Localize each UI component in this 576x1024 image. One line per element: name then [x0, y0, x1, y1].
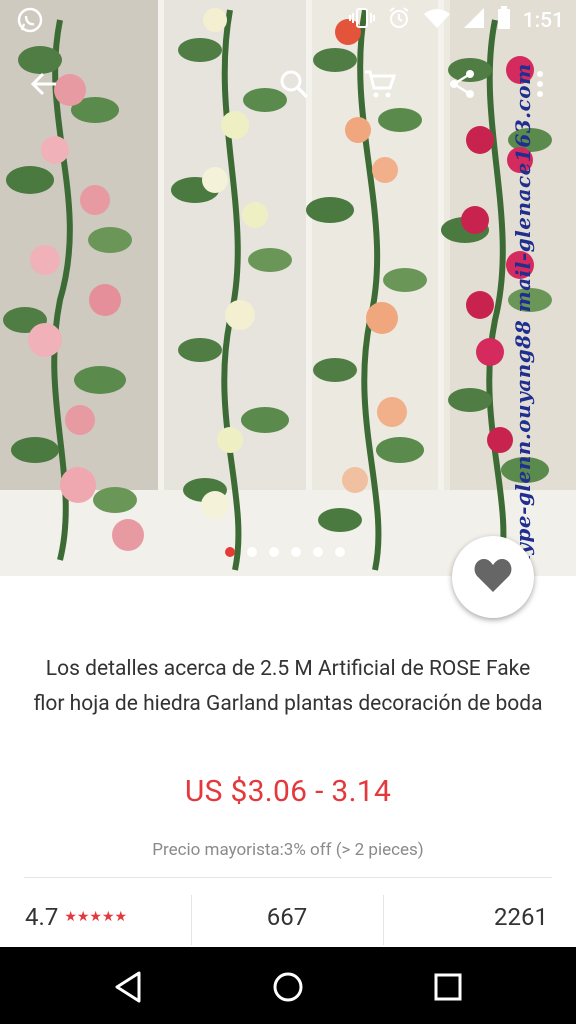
signal-icon [463, 7, 485, 35]
nav-home-icon[interactable] [266, 965, 310, 1009]
status-bar: 1:51 [0, 0, 576, 40]
orders-count[interactable]: 667 [191, 903, 383, 931]
carousel-dot[interactable] [291, 547, 301, 557]
whatsapp-icon [16, 6, 44, 40]
system-navigation-bar [0, 947, 576, 1024]
product-image-carousel[interactable]: skype-glenn.ouyang88 mail-glenace163.com [0, 0, 576, 576]
app-toolbar [0, 56, 576, 112]
stat-separator [383, 895, 384, 945]
divider [24, 877, 552, 878]
more-vert-icon[interactable] [520, 64, 560, 104]
search-icon[interactable] [274, 64, 314, 104]
product-stats: 4.7 ★★★★★ 667 2261 [0, 895, 576, 945]
image-watermark: skype-glenn.ouyang88 mail-glenace163.com [511, 63, 536, 576]
wishlist-count[interactable]: 2261 [494, 903, 548, 931]
wishlist-button[interactable] [452, 536, 534, 618]
wholesale-price-note: Precio mayorista:3% off (> 2 pieces) [152, 840, 424, 860]
back-arrow-icon[interactable] [24, 64, 64, 104]
carousel-dot[interactable] [247, 547, 257, 557]
share-icon[interactable] [442, 64, 482, 104]
rating-stars-icon: ★★★★★ [64, 909, 128, 925]
product-price: US $3.06 - 3.14 [184, 774, 392, 809]
product-title: Los detalles acerca de 2.5 M Artificial … [33, 657, 543, 716]
rating-stat[interactable]: 4.7 ★★★★★ [25, 903, 127, 931]
carousel-dot[interactable] [335, 547, 345, 557]
rating-value: 4.7 [25, 903, 59, 931]
battery-icon [497, 6, 511, 36]
wifi-icon [423, 7, 451, 35]
cart-icon[interactable] [360, 64, 400, 104]
vibrate-icon [348, 6, 375, 36]
status-time: 1:51 [522, 9, 564, 33]
nav-recents-icon[interactable] [426, 965, 470, 1009]
nav-back-icon[interactable] [106, 965, 150, 1009]
carousel-indicator [225, 547, 345, 557]
heart-icon [473, 557, 513, 597]
carousel-dot[interactable] [313, 547, 323, 557]
alarm-icon [387, 6, 411, 36]
carousel-dot-active[interactable] [225, 547, 235, 557]
carousel-dot[interactable] [269, 547, 279, 557]
